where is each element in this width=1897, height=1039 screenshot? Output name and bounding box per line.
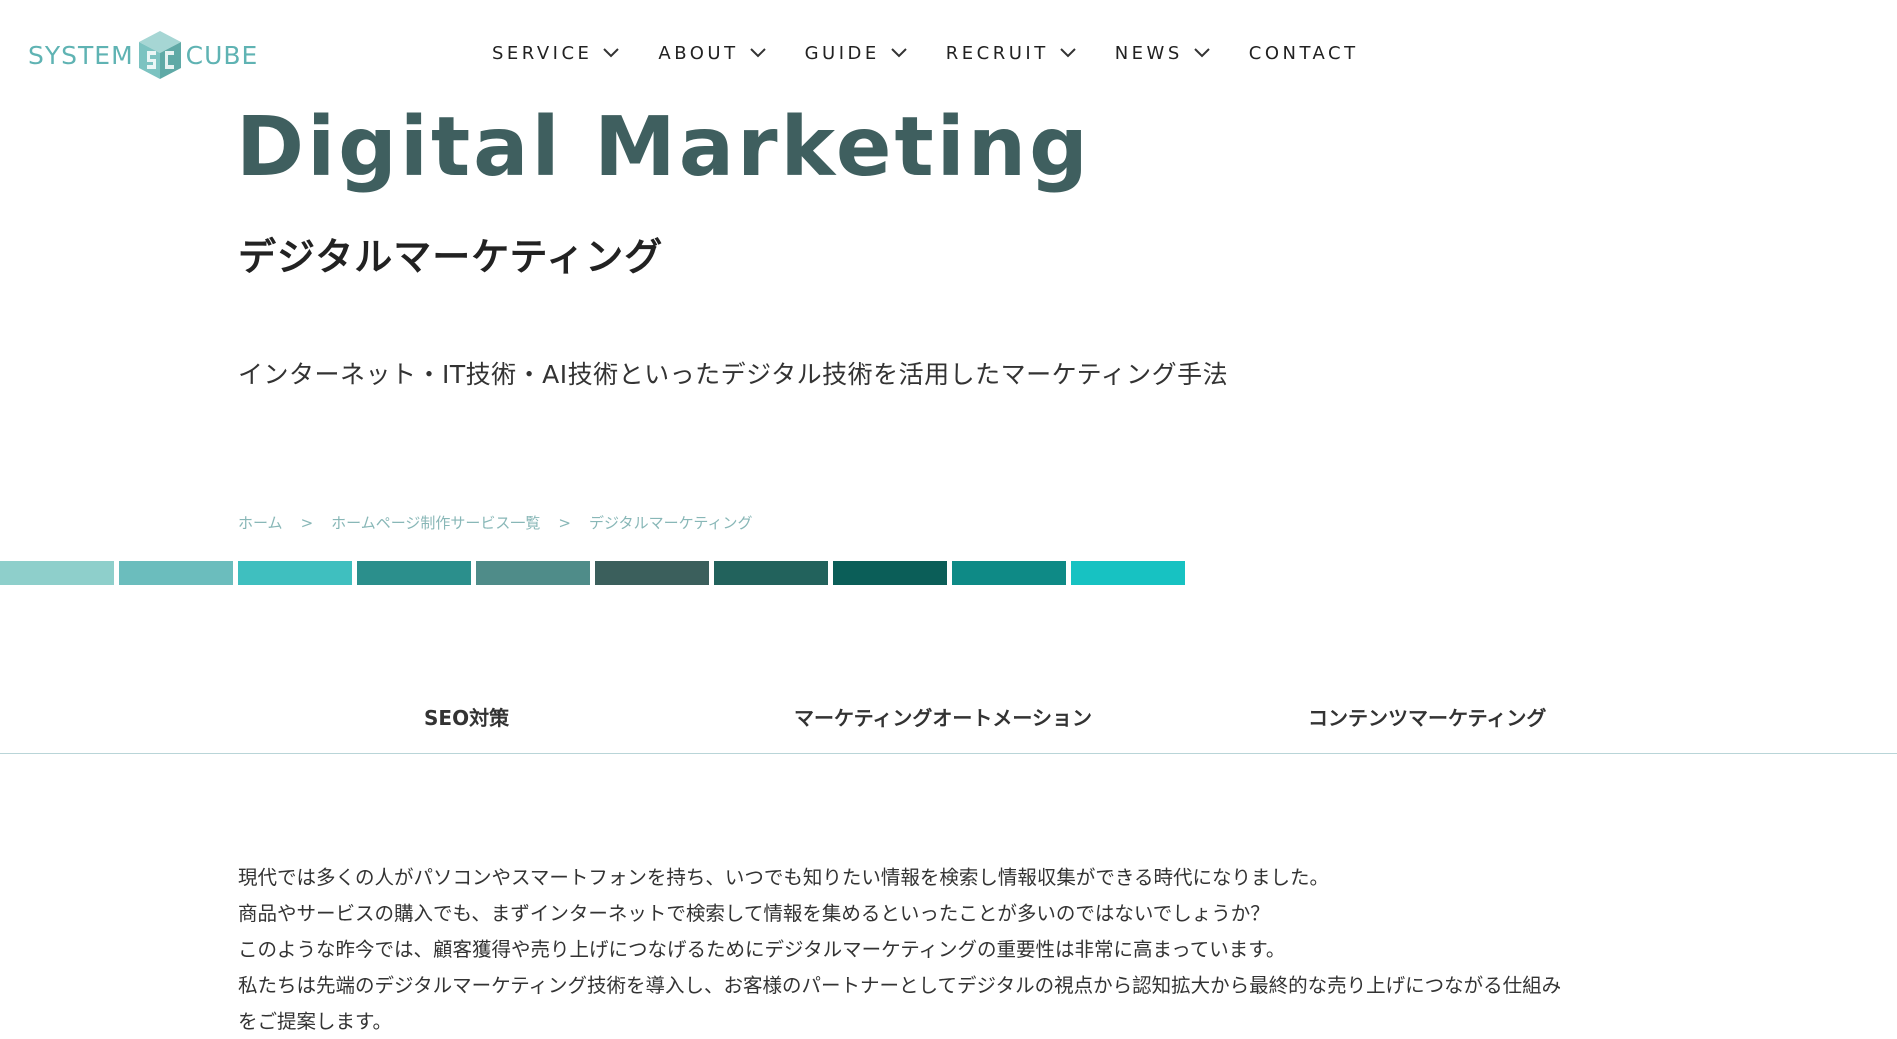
page-subtitle: デジタルマーケティング [238, 235, 664, 279]
intro-line: をご提案します。 [238, 1010, 393, 1033]
logo-text-right: CUBE [185, 40, 259, 70]
tab-marketing-automation[interactable]: マーケティングオートメーション [794, 702, 1092, 731]
decorative-color-bar [0, 561, 1185, 585]
intro-line: 商品やサービスの購入でも、まずインターネットで検索して情報を集めるといったことが… [238, 902, 1270, 925]
logo[interactable]: SYSTEM CUBE [28, 28, 278, 82]
tab-seo[interactable]: SEO対策 [424, 702, 509, 731]
chevron-down-icon [749, 48, 766, 58]
color-bar-segment [1071, 561, 1185, 585]
nav-item-label: ABOUT [658, 42, 739, 64]
page-title: Digital Marketing [236, 100, 1091, 195]
breadcrumb-home[interactable]: ホーム [238, 512, 283, 533]
page: SYSTEM CUBE SERVICE ABOUT GUIDE RECRUIT … [0, 0, 1897, 1039]
intro-line: 私たちは先端のデジタルマーケティング技術を導入し、お客様のパートナーとしてデジタ… [238, 974, 1562, 997]
color-bar-segment [952, 561, 1066, 585]
logo-text-left: SYSTEM [28, 40, 134, 70]
color-bar-segment [0, 561, 114, 585]
intro-line: このような昨今では、顧客獲得や売り上げにつなげるためにデジタルマーケティングの重… [238, 938, 1286, 961]
breadcrumb-service-list[interactable]: ホームページ制作サービス一覧 [331, 512, 540, 533]
nav-item-service[interactable]: SERVICE [492, 43, 620, 64]
chevron-down-icon [1059, 48, 1076, 58]
color-bar-segment [833, 561, 947, 585]
breadcrumb: ホーム > ホームページ制作サービス一覧 > デジタルマーケティング [238, 512, 753, 533]
nav-item-label: CONTACT [1248, 42, 1359, 64]
breadcrumb-separator: > [558, 513, 571, 532]
page-description: インターネット・IT技術・AI技術といったデジタル技術を活用したマーケティング手… [238, 360, 1229, 389]
intro-line: 現代では多くの人がパソコンやスマートフォンを持ち、いつでも知りたい情報を検索し情… [238, 866, 1330, 889]
chevron-down-icon [1194, 48, 1210, 58]
breadcrumb-separator: > [300, 513, 314, 532]
color-bar-segment [119, 561, 233, 585]
nav-item-recruit[interactable]: RECRUIT [946, 43, 1077, 64]
nav-item-label: SERVICE [492, 42, 593, 64]
nav-item-about[interactable]: ABOUT [658, 43, 766, 64]
nav-item-label: GUIDE [804, 42, 880, 64]
color-bar-segment [357, 561, 471, 585]
cube-logo-icon [138, 31, 181, 79]
breadcrumb-current: デジタルマーケティング [588, 514, 753, 532]
nav-item-contact[interactable]: CONTACT [1249, 43, 1359, 64]
color-bar-segment [238, 561, 352, 585]
nav-item-label: NEWS [1114, 42, 1183, 64]
site-header: SYSTEM CUBE SERVICE ABOUT GUIDE RECRUIT … [0, 0, 1897, 108]
chevron-down-icon [603, 48, 620, 58]
intro-text: 現代では多くの人がパソコンやスマートフォンを持ち、いつでも知りたい情報を検索し情… [238, 860, 1678, 1039]
color-bar-segment [476, 561, 590, 585]
color-bar-segment [714, 561, 828, 585]
tab-content-marketing[interactable]: コンテンツマーケティング [1308, 702, 1546, 731]
color-bar-segment [595, 561, 709, 585]
nav-item-label: RECRUIT [945, 42, 1049, 64]
nav-item-guide[interactable]: GUIDE [805, 43, 908, 64]
main-nav: SERVICE ABOUT GUIDE RECRUIT NEWS CONTACT [492, 38, 1359, 68]
service-tabs: SEO対策 マーケティングオートメーション コンテンツマーケティング [0, 690, 1897, 754]
nav-item-news[interactable]: NEWS [1115, 43, 1211, 64]
chevron-down-icon [891, 48, 907, 58]
